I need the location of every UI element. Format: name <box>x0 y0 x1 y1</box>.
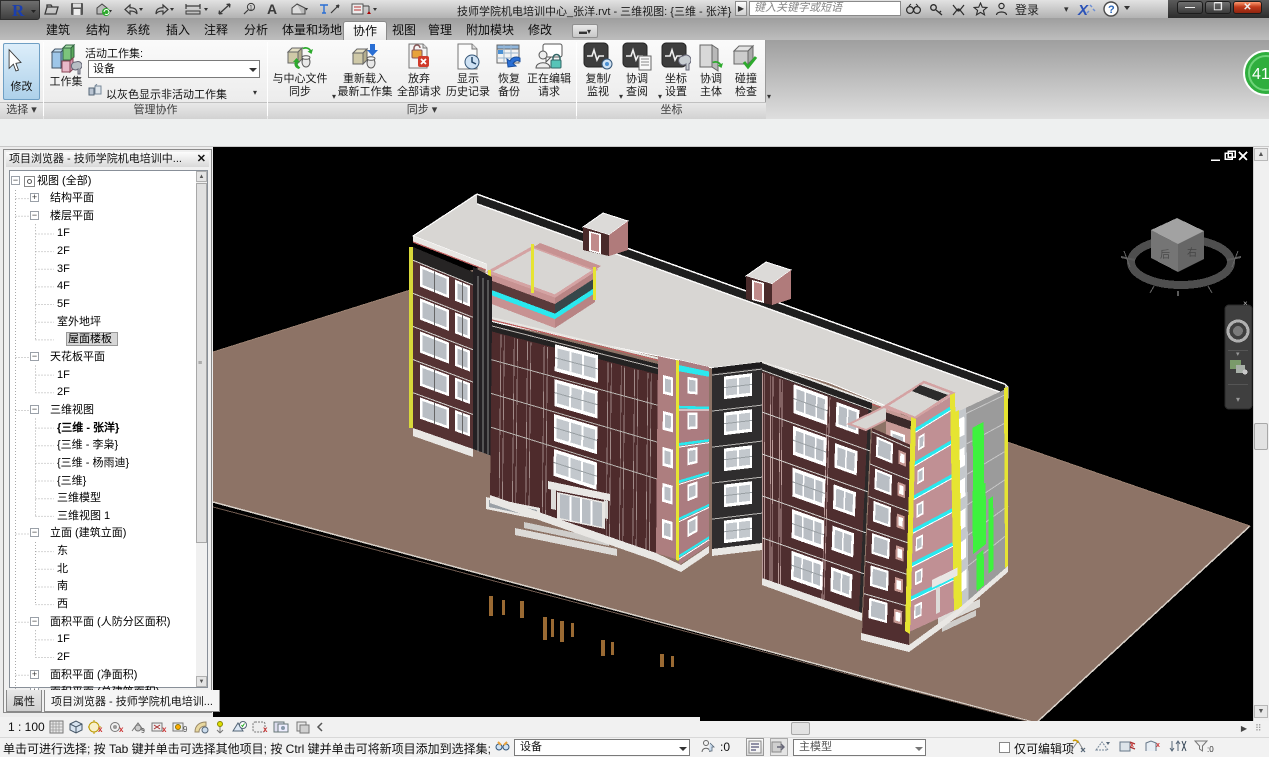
svg-text:x: x <box>119 725 124 734</box>
svg-text:41: 41 <box>1252 66 1269 83</box>
svg-text::0: :0 <box>1207 745 1214 754</box>
svg-text:x: x <box>1130 742 1134 749</box>
svg-text:A: A <box>267 2 277 16</box>
svg-text:?: ? <box>1108 4 1115 16</box>
svg-text:×: × <box>1243 299 1248 308</box>
svg-text:x: x <box>1156 742 1160 749</box>
svg-text:右: 右 <box>1187 246 1197 259</box>
svg-text:x: x <box>162 725 167 734</box>
svg-text:x: x <box>263 725 268 734</box>
svg-text:9: 9 <box>183 725 188 734</box>
svg-text:▾: ▾ <box>1236 351 1240 358</box>
svg-text:▾: ▾ <box>1236 395 1240 404</box>
svg-text:后: 后 <box>1160 249 1170 261</box>
svg-text:X: X <box>1077 2 1089 17</box>
svg-text:R: R <box>12 1 25 19</box>
svg-text:9: 9 <box>141 728 145 734</box>
svg-text:x: x <box>98 725 103 734</box>
